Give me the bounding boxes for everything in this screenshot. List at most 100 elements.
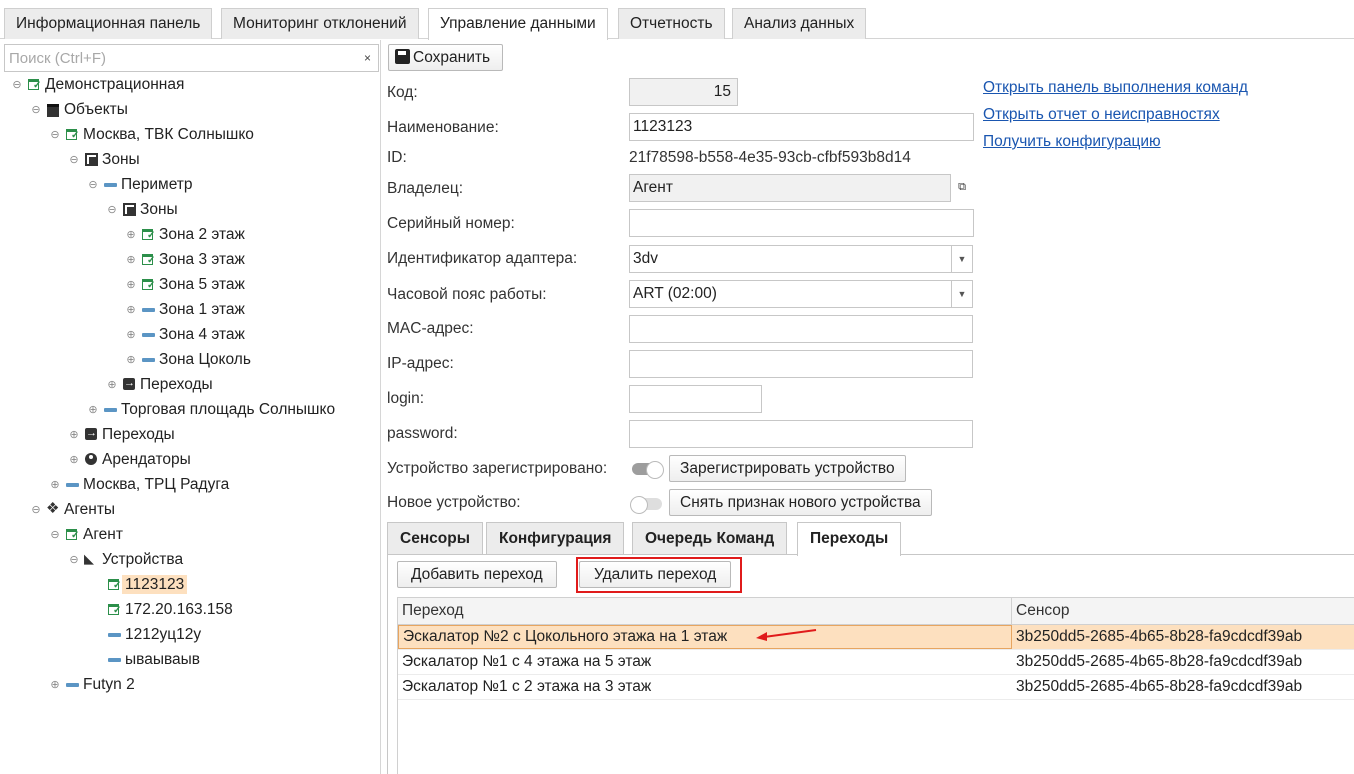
chevron-down-icon[interactable]: ▼: [951, 280, 973, 308]
tree-node-tenants[interactable]: ⊕ Арендаторы: [67, 448, 190, 472]
ip-field[interactable]: [629, 350, 973, 378]
chevron-down-icon[interactable]: ▼: [951, 245, 973, 273]
expand-icon[interactable]: ⊕: [124, 223, 138, 247]
zone-dash-icon: [102, 177, 118, 193]
expand-icon[interactable]: ⊕: [105, 373, 119, 397]
collapse-icon[interactable]: ⊖: [105, 198, 119, 222]
collapse-icon[interactable]: ⊖: [48, 523, 62, 547]
tab-command-queue[interactable]: Очередь Команд: [632, 522, 788, 555]
adapter-select[interactable]: [629, 245, 952, 273]
tree-node-moscow-solnyshko[interactable]: ⊖Москва, ТВК Солнышко: [48, 123, 254, 147]
expand-icon[interactable]: ⊕: [48, 473, 62, 497]
register-device-button[interactable]: Зарегистрировать устройство: [669, 455, 906, 482]
agents-icon: [45, 500, 61, 518]
table-row[interactable]: Эскалатор №2 с Цокольного этажа на 1 эта…: [398, 625, 1354, 650]
column-header-transition[interactable]: Переход: [398, 598, 1012, 625]
top-tab-bar: Информационная панель Мониторинг отклоне…: [0, 8, 1354, 40]
column-header-sensor[interactable]: Сенсор: [1012, 598, 1354, 625]
zone-dash-icon: [64, 477, 80, 493]
table-row[interactable]: Эскалатор №1 с 4 этажа на 5 этаж 3b250dd…: [398, 650, 1354, 675]
clear-new-device-button[interactable]: Снять признак нового устройства: [669, 489, 932, 516]
tab-info-panel[interactable]: Информационная панель: [4, 8, 213, 39]
login-field[interactable]: [629, 385, 762, 413]
search-input[interactable]: [4, 44, 358, 72]
owner-field[interactable]: [629, 174, 951, 202]
password-field[interactable]: [629, 420, 973, 448]
tree-node-transitions-inner[interactable]: ⊕Переходы: [105, 373, 212, 397]
registered-toggle[interactable]: [632, 461, 664, 479]
open-command-panel-link[interactable]: Открыть панель выполнения команд: [983, 79, 1248, 97]
tree-node-zones-nested[interactable]: ⊖ Зоны: [105, 198, 177, 222]
expand-icon[interactable]: ⊕: [67, 423, 81, 447]
expand-icon[interactable]: ⊕: [67, 448, 81, 472]
tab-reporting[interactable]: Отчетность: [618, 8, 725, 39]
expand-icon[interactable]: ⊕: [124, 348, 138, 372]
annotation-arrow-icon: [756, 629, 817, 641]
tab-deviation-monitoring[interactable]: Мониторинг отклонений: [221, 8, 419, 39]
tree-node-demo[interactable]: ⊖Демонстрационная: [10, 73, 184, 97]
collapse-icon[interactable]: ⊖: [67, 548, 81, 572]
add-transition-button[interactable]: Добавить переход: [397, 561, 557, 588]
expand-icon[interactable]: ⊕: [124, 323, 138, 347]
tree-node-zone-1[interactable]: ⊕ Зона 1 этаж: [124, 298, 245, 322]
expand-icon[interactable]: ⊕: [124, 298, 138, 322]
tree-node-device-ip[interactable]: 172.20.163.158: [90, 598, 233, 622]
timezone-select[interactable]: [629, 280, 952, 308]
registered-label: Устройство зарегистрировано:: [387, 460, 608, 477]
collapse-icon[interactable]: ⊖: [10, 73, 24, 97]
tree-node-objects[interactable]: ⊖ Объекты: [29, 98, 128, 122]
tree-node-agent[interactable]: ⊖Агент: [48, 523, 123, 547]
tree-node-zone-3[interactable]: ⊕Зона 3 этаж: [124, 248, 245, 272]
tree-node-zones[interactable]: ⊖ Зоны: [67, 148, 139, 172]
tree-node-device-yva[interactable]: ываываыв: [90, 648, 200, 672]
tab-sensors[interactable]: Сенсоры: [387, 522, 483, 555]
search-clear-button[interactable]: ×: [357, 44, 379, 72]
sensor-cell: 3b250dd5-2685-4b65-8b28-fa9cdcdf39ab: [1016, 653, 1303, 670]
open-fault-report-link[interactable]: Открыть отчет о неисправностях: [983, 106, 1220, 124]
mac-field[interactable]: [629, 315, 973, 343]
tree-node-device-1123123[interactable]: 1123123: [90, 573, 188, 597]
code-label: Код:: [387, 84, 418, 101]
collapse-icon[interactable]: ⊖: [67, 148, 81, 172]
expand-icon[interactable]: ⊕: [124, 248, 138, 272]
name-field[interactable]: [629, 113, 974, 141]
save-button[interactable]: Сохранить: [388, 44, 504, 71]
tree-node-moscow-raduga[interactable]: ⊕ Москва, ТРЦ Радуга: [48, 473, 229, 497]
open-link-icon[interactable]: ⧉: [951, 174, 973, 202]
zone-dash-icon: [106, 652, 122, 668]
tab-transitions[interactable]: Переходы: [797, 522, 902, 556]
tree-node-zone-2[interactable]: ⊕Зона 2 этаж: [124, 223, 245, 247]
tree-node-device-1212[interactable]: 1212уц12у: [90, 623, 201, 647]
id-label: ID:: [387, 149, 407, 166]
sensor-cell: 3b250dd5-2685-4b65-8b28-fa9cdcdf39ab: [1016, 678, 1303, 695]
collapse-icon[interactable]: ⊖: [29, 498, 43, 522]
expand-icon[interactable]: ⊕: [48, 673, 62, 697]
object-check-icon: [64, 127, 80, 144]
collapse-icon[interactable]: ⊖: [48, 123, 62, 147]
collapse-icon[interactable]: ⊖: [86, 173, 100, 197]
adapter-label: Идентификатор адаптера:: [387, 250, 578, 267]
tree-node-zone-basement[interactable]: ⊕ Зона Цоколь: [124, 348, 251, 372]
tab-configuration[interactable]: Конфигурация: [486, 522, 625, 555]
code-field[interactable]: [629, 78, 738, 106]
tab-data-management[interactable]: Управление данными: [428, 8, 608, 40]
table-row[interactable]: Эскалатор №1 с 2 этажа на 3 этаж 3b250dd…: [398, 675, 1354, 700]
tree-node-agents[interactable]: ⊖Агенты: [29, 498, 115, 522]
tree-node-perimeter[interactable]: ⊖ Периметр: [86, 173, 192, 197]
serial-field[interactable]: [629, 209, 974, 237]
tab-data-analysis[interactable]: Анализ данных: [732, 8, 867, 39]
tree-node-zone-5[interactable]: ⊕Зона 5 этаж: [124, 273, 245, 297]
tree-node-trade-floor[interactable]: ⊕ Торговая площадь Солнышко: [86, 398, 335, 422]
new-device-toggle[interactable]: [630, 496, 662, 514]
collapse-icon[interactable]: ⊖: [29, 98, 43, 122]
expand-icon[interactable]: ⊕: [124, 273, 138, 297]
get-configuration-link[interactable]: Получить конфигурацию: [983, 133, 1161, 151]
tree-node-futyn[interactable]: ⊕ Futyn 2: [48, 673, 134, 697]
tree-node-transitions[interactable]: ⊕Переходы: [67, 423, 174, 447]
password-label: password:: [387, 425, 458, 442]
building-icon: [45, 102, 61, 118]
new-device-label: Новое устройство:: [387, 494, 521, 511]
tree-node-zone-4[interactable]: ⊕ Зона 4 этаж: [124, 323, 245, 347]
expand-icon[interactable]: ⊕: [86, 398, 100, 422]
tree-node-devices[interactable]: ⊖Устройства: [67, 548, 183, 572]
